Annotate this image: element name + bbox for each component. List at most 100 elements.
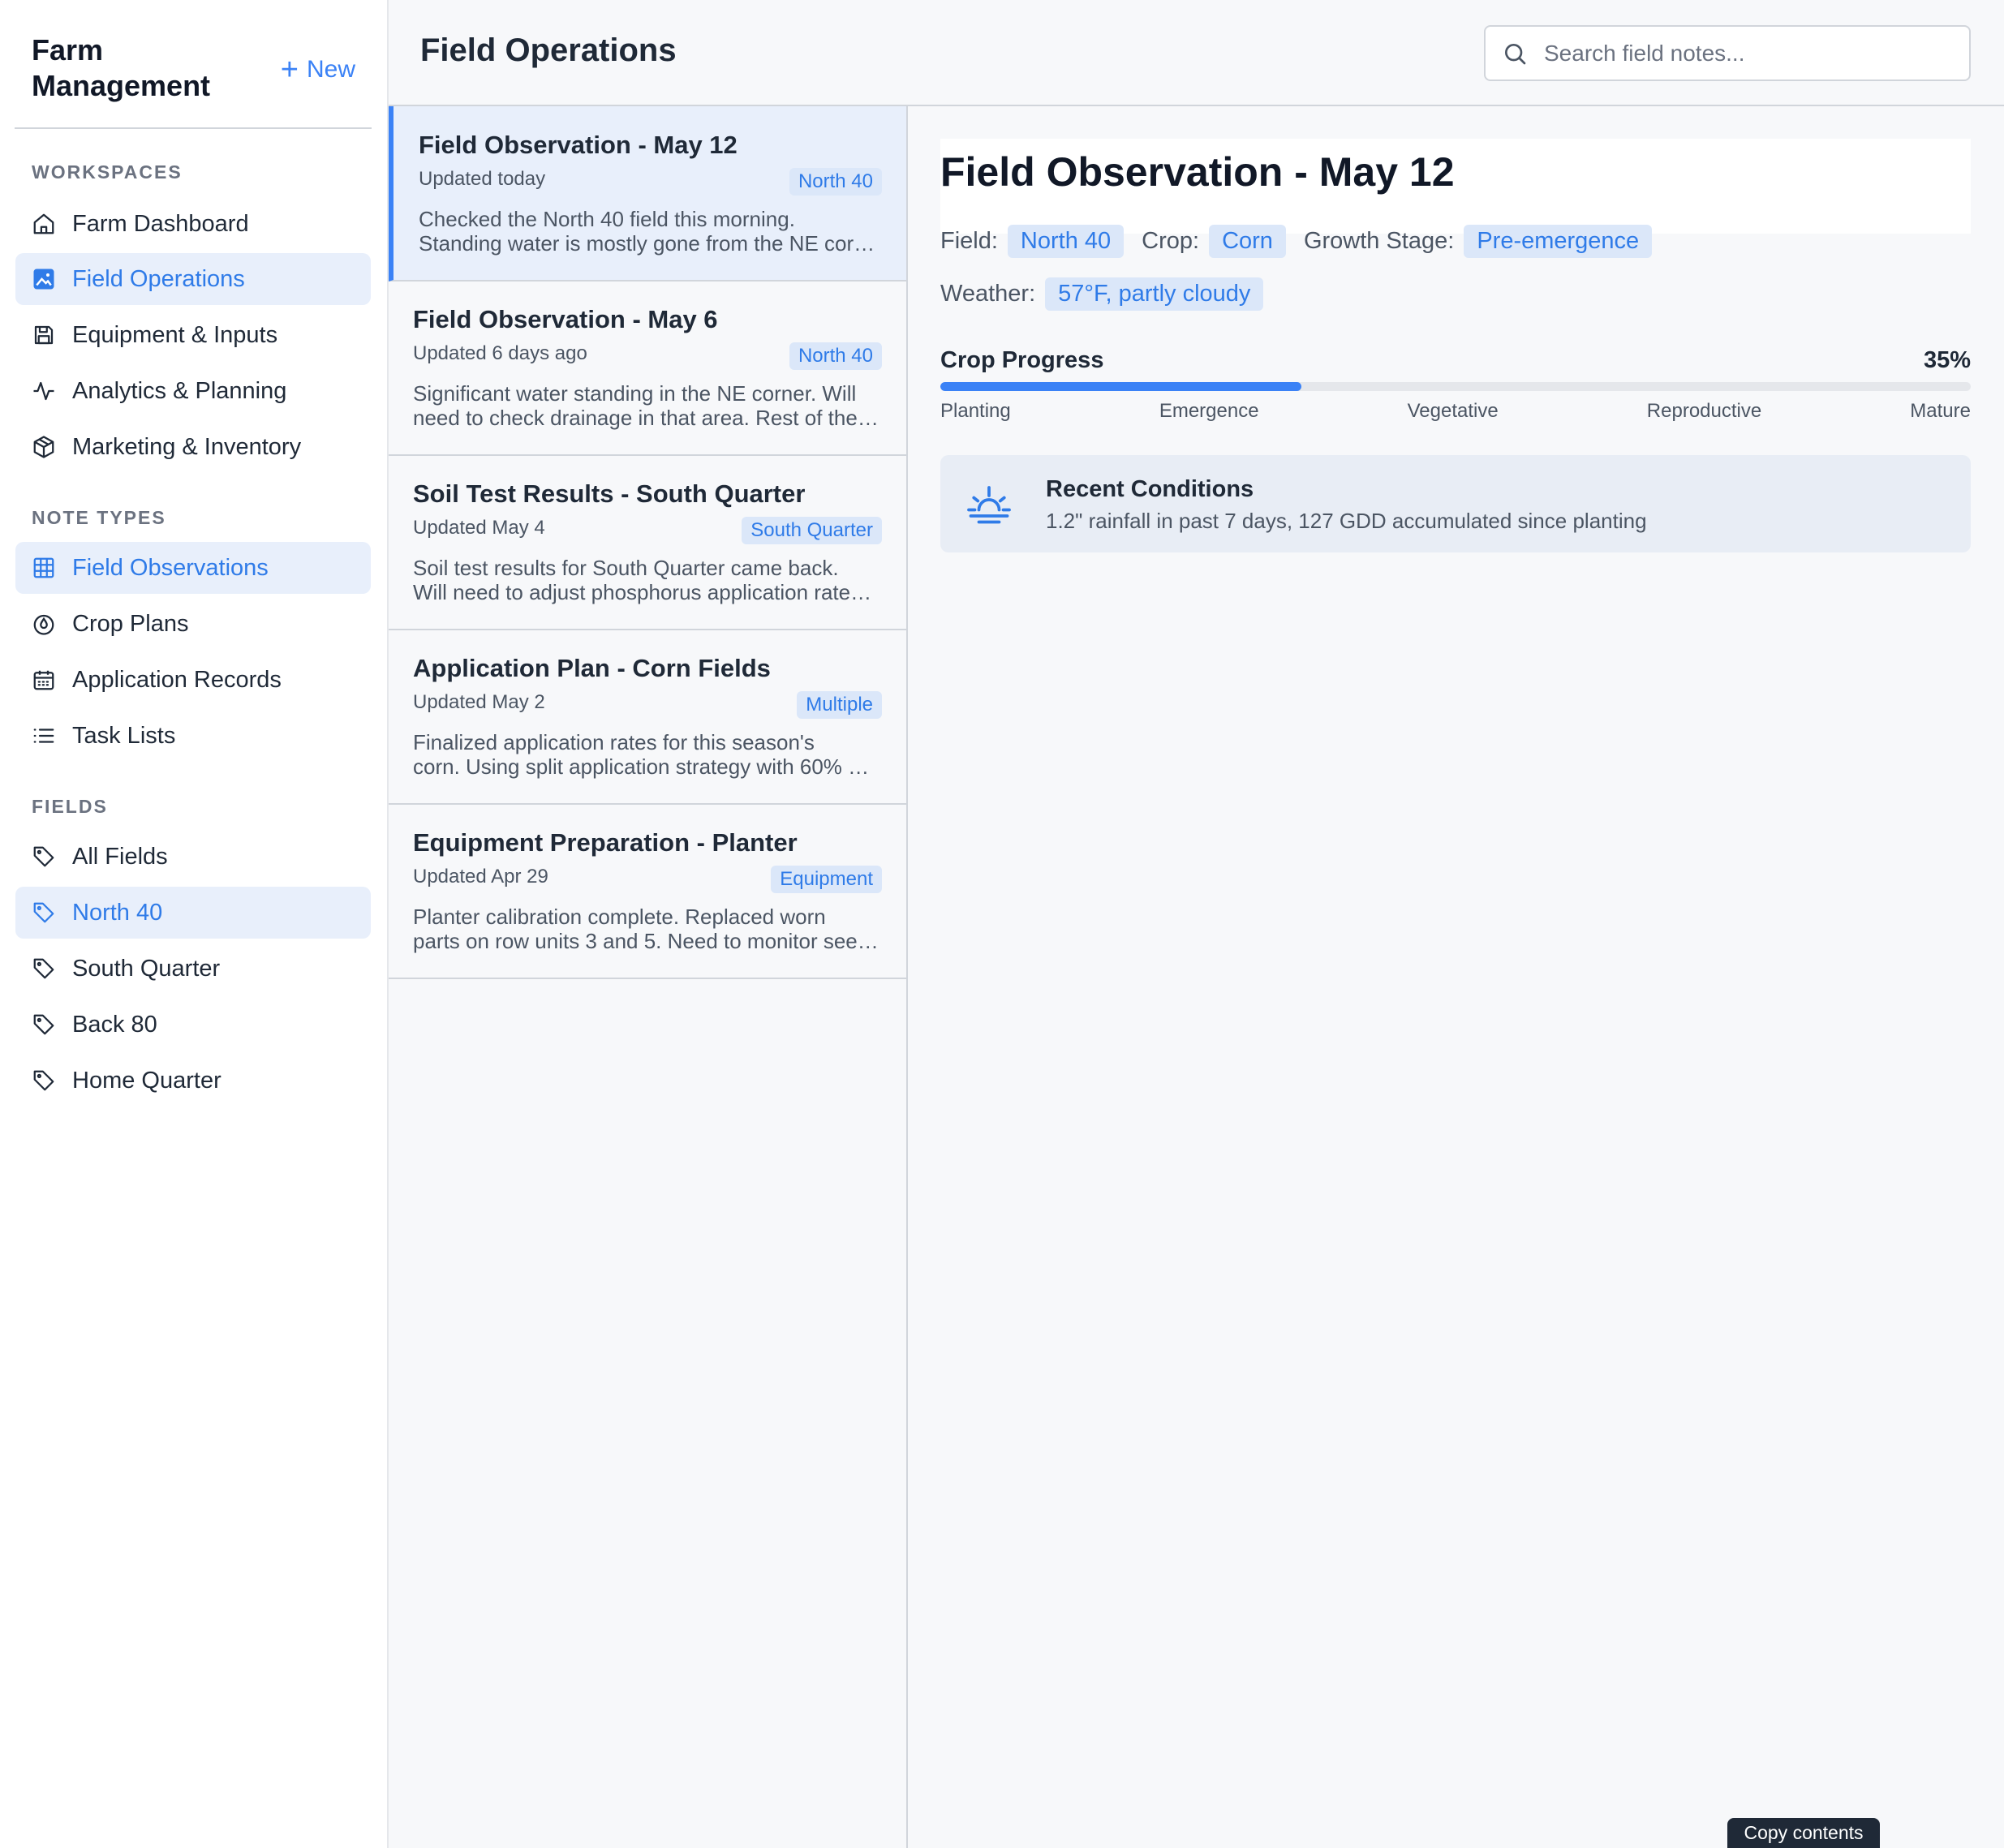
new-note-button[interactable]: + New [281, 52, 355, 88]
sidebar: Farm Management + New WORKSPACES Farm Da… [0, 0, 389, 1848]
search-icon [1505, 43, 1526, 64]
note-preview-line: Soil test results for South Quarter came… [413, 556, 839, 580]
list-item[interactable]: Field Observation - May 12 Updated today… [389, 106, 906, 281]
note-tag-badge: Equipment [771, 866, 882, 893]
field-chip[interactable]: North 40 [1007, 225, 1125, 258]
note-updated: Updated 6 days ago [413, 342, 587, 364]
sidebar-item-label: Home Quarter [72, 1067, 221, 1094]
package-icon [32, 435, 56, 459]
note-preview-line: Planter calibration complete. Replaced w… [413, 905, 826, 929]
sidebar-item-label: Marketing & Inventory [72, 433, 302, 460]
tag-icon [32, 1012, 56, 1037]
note-updated: Updated Apr 29 [413, 866, 548, 887]
sidebar-item-crop-plans[interactable]: Crop Plans [15, 598, 371, 650]
save-icon [32, 323, 56, 347]
note-preview: Soil test results for South Quarter came… [413, 556, 879, 604]
sidebar-item-equipment-inputs[interactable]: Equipment & Inputs [15, 309, 371, 361]
conditions-text: 1.2" rainfall in past 7 days, 127 GDD ac… [1046, 509, 1647, 533]
plus-icon: + [280, 53, 299, 87]
sidebar-item-farm-dashboard[interactable]: Farm Dashboard [15, 198, 371, 250]
note-detail: Field Observation - May 12 Field: North … [908, 106, 2004, 1848]
sidebar-item-label: Crop Plans [72, 610, 189, 637]
note-updated: Updated May 4 [413, 517, 545, 539]
crop-progress-label: Crop Progress [940, 347, 1104, 373]
crop-progress-bar [940, 382, 1971, 391]
note-preview: Planter calibration complete. Replaced w… [413, 905, 879, 953]
note-title: Field Observation - May 12 [419, 131, 738, 159]
conditions-title: Recent Conditions [1046, 476, 1254, 502]
stage-label-emergence: Emergence [1159, 400, 1259, 422]
sidebar-item-analytics-planning[interactable]: Analytics & Planning [15, 365, 371, 417]
sunrise-icon [967, 486, 1011, 524]
fields-section-label: FIELDS [32, 796, 108, 817]
crop-chip[interactable]: Corn [1209, 225, 1286, 258]
note-tag-badge: North 40 [789, 168, 882, 196]
sidebar-item-back-80[interactable]: Back 80 [15, 999, 371, 1051]
page-title: Field Operations [420, 32, 677, 68]
weather-label: Weather: [940, 281, 1036, 307]
stage-label-mature: Mature [1910, 400, 1971, 422]
list-item[interactable]: Application Plan - Corn Fields Updated M… [389, 630, 906, 805]
list-item[interactable]: Equipment Preparation - Planter Updated … [389, 804, 906, 979]
sidebar-item-application-records[interactable]: Application Records [15, 654, 371, 706]
note-tag-badge: South Quarter [742, 517, 882, 544]
note-preview: Significant water standing in the NE cor… [413, 381, 879, 430]
tag-icon [32, 956, 56, 981]
note-weather-row: Weather: 57°F, partly cloudy [940, 277, 1264, 311]
sidebar-item-field-operations[interactable]: Field Operations [15, 253, 371, 305]
workspaces-section-label: WORKSPACES [32, 161, 183, 183]
crop-progress-percent: 35% [1923, 347, 1971, 373]
note-tag-badge: Multiple [797, 691, 882, 719]
sidebar-item-label: Application Records [72, 666, 282, 693]
sidebar-item-north-40[interactable]: North 40 [15, 887, 371, 939]
note-updated: Updated May 2 [413, 691, 545, 713]
note-title: Field Observation - May 6 [413, 305, 718, 333]
top-header: Field Operations [389, 0, 2004, 106]
list-item[interactable]: Field Observation - May 6 Updated 6 days… [389, 281, 906, 456]
note-preview: Finalized application rates for this sea… [413, 730, 879, 779]
new-button-label: New [306, 56, 355, 83]
sidebar-item-home-quarter[interactable]: Home Quarter [15, 1055, 371, 1107]
note-updated: Updated today [419, 168, 546, 190]
sidebar-item-all-fields[interactable]: All Fields [15, 831, 371, 883]
app-title: Farm Management [32, 33, 211, 102]
stage-label-vegetative: Vegetative [1407, 400, 1499, 422]
search-box[interactable] [1484, 25, 1971, 81]
note-preview-line: Significant water standing in the NE cor… [413, 381, 857, 406]
sidebar-item-field-observations[interactable]: Field Observations [15, 542, 371, 594]
crop-stage-labels: Planting Emergence Vegetative Reproducti… [940, 400, 1971, 423]
note-tag-badge: North 40 [789, 342, 882, 370]
note-preview-line: parts on row units 3 and 5. Need to moni… [413, 929, 879, 953]
note-types-section-label: NOTE TYPES [32, 507, 166, 528]
search-input[interactable] [1544, 40, 1950, 67]
sidebar-item-label: Equipment & Inputs [72, 321, 278, 348]
note-title-input[interactable]: Field Observation - May 12 [940, 139, 1971, 234]
note-preview-line: corn. Using split application strategy w… [413, 754, 879, 779]
tag-icon [32, 844, 56, 869]
crop-progress-fill [940, 382, 1301, 391]
sidebar-item-label: Field Operations [72, 265, 245, 292]
sidebar-item-south-quarter[interactable]: South Quarter [15, 943, 371, 995]
sidebar-item-label: Analytics & Planning [72, 377, 287, 404]
notes-list: Field Observation - May 12 Updated today… [389, 106, 908, 1848]
grid-icon [32, 556, 56, 580]
weather-chip[interactable]: 57°F, partly cloudy [1045, 277, 1264, 311]
sidebar-item-label: Farm Dashboard [72, 210, 249, 237]
note-title: Equipment Preparation - Planter [413, 828, 798, 857]
stage-label-planting: Planting [940, 400, 1011, 422]
calendar-icon [32, 668, 56, 692]
note-preview-line: Finalized application rates for this sea… [413, 730, 815, 754]
recent-conditions-card: Recent Conditions 1.2" rainfall in past … [940, 455, 1971, 552]
sidebar-item-label: Back 80 [72, 1011, 157, 1038]
sidebar-item-task-lists[interactable]: Task Lists [15, 710, 371, 762]
growth-stage-chip[interactable]: Pre-emergence [1464, 225, 1653, 258]
sidebar-item-label: All Fields [72, 843, 168, 870]
note-title: Soil Test Results - South Quarter [413, 479, 806, 508]
sidebar-item-label: North 40 [72, 899, 163, 926]
sidebar-item-marketing-inventory[interactable]: Marketing & Inventory [15, 421, 371, 473]
list-item[interactable]: Soil Test Results - South Quarter Update… [389, 455, 906, 630]
brand-header: Farm Management + New [15, 0, 372, 129]
note-title: Application Plan - Corn Fields [413, 654, 771, 682]
sidebar-item-label: Field Observations [72, 554, 269, 581]
sidebar-item-label: South Quarter [72, 955, 221, 982]
